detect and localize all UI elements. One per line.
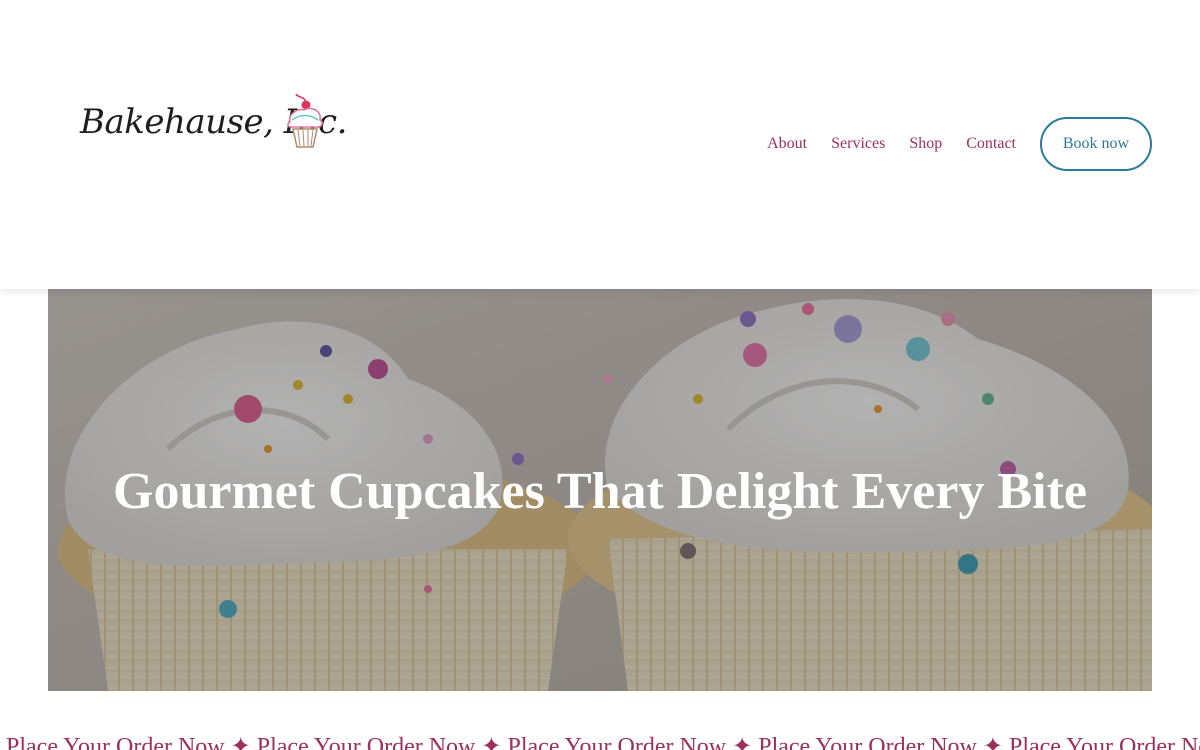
cupcake-logo-icon xyxy=(287,93,323,148)
nav-about[interactable]: About xyxy=(767,135,807,153)
ticker-text: Place Your Order Now ✦ Place Your Order … xyxy=(6,734,1200,750)
hero-title: Gourmet Cupcakes That Delight Every Bite xyxy=(113,463,1087,520)
nav-contact[interactable]: Contact xyxy=(966,135,1016,153)
site-header: Bakehause, Inc. About Services Shop Cont… xyxy=(0,0,1200,289)
nav-shop[interactable]: Shop xyxy=(909,135,942,153)
order-now-ticker[interactable]: Place Your Order Now ✦ Place Your Order … xyxy=(0,732,1200,750)
logo[interactable]: Bakehause, Inc. xyxy=(80,92,347,154)
nav-services[interactable]: Services xyxy=(831,135,885,153)
book-now-button[interactable]: Book now xyxy=(1040,117,1152,171)
main-nav: About Services Shop Contact Book now xyxy=(767,117,1152,171)
